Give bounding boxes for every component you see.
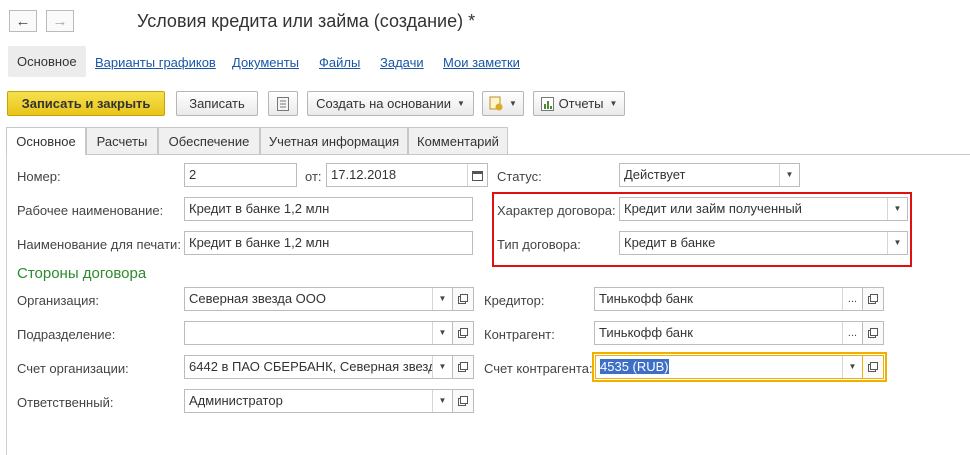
dropdown-icon[interactable]: ▼: [779, 164, 799, 186]
counterparty-label: Контрагент:: [484, 327, 555, 342]
open-icon: [458, 362, 468, 372]
dropdown-icon[interactable]: ▼: [842, 356, 862, 378]
back-arrow-icon: ←: [15, 12, 31, 30]
dropdown-icon[interactable]: ▼: [432, 322, 452, 344]
open-icon: [458, 294, 468, 304]
responsible-label: Ответственный:: [17, 395, 114, 410]
organization-label: Организация:: [17, 293, 100, 308]
report-icon: [540, 96, 554, 111]
back-button[interactable]: ←: [9, 10, 37, 32]
tab-main[interactable]: Основное: [6, 127, 86, 155]
nav-tab-main[interactable]: Основное: [8, 46, 86, 77]
creditor-field[interactable]: Тинькофф банк ...: [594, 287, 863, 311]
creditor-label: Кредитор:: [484, 293, 545, 308]
forward-button[interactable]: →: [46, 10, 74, 32]
calendar-icon: [472, 170, 483, 181]
department-select[interactable]: ▼: [184, 321, 453, 345]
highlight-frame: [492, 192, 912, 267]
nav-tab-schedules[interactable]: Варианты графиков: [95, 55, 216, 70]
organization-select[interactable]: Северная звезда ООО ▼: [184, 287, 453, 311]
open-icon: [868, 294, 878, 304]
nav-tab-notes[interactable]: Мои заметки: [443, 55, 520, 70]
open-icon: [458, 328, 468, 338]
document-add-button[interactable]: ▼: [482, 91, 524, 116]
open-icon: [868, 328, 878, 338]
counterparty-account-open-button[interactable]: [862, 355, 884, 379]
print-name-label: Наименование для печати:: [17, 237, 181, 252]
calendar-button[interactable]: [467, 164, 487, 186]
nav-tab-files[interactable]: Файлы: [319, 55, 360, 70]
counterparty-account-select[interactable]: 4535 (RUB) ▼: [595, 355, 863, 379]
tab-comment[interactable]: Комментарий: [408, 127, 508, 154]
tab-accounting[interactable]: Учетная информация: [260, 127, 408, 154]
reports-button[interactable]: Отчеты ▼: [533, 91, 625, 116]
creditor-open-button[interactable]: [862, 287, 884, 311]
list-icon: [277, 96, 289, 111]
date-field[interactable]: 17.12.2018: [326, 163, 488, 187]
nav-tab-tasks[interactable]: Задачи: [380, 55, 424, 70]
open-icon: [458, 396, 468, 406]
counterparty-open-button[interactable]: [862, 321, 884, 345]
parties-section-title: Стороны договора: [17, 265, 147, 282]
dropdown-icon[interactable]: ▼: [432, 356, 452, 378]
work-name-field[interactable]: Кредит в банке 1,2 млн: [184, 197, 473, 221]
org-account-open-button[interactable]: [452, 355, 474, 379]
open-icon: [868, 362, 878, 372]
chevron-down-icon: ▼: [456, 99, 465, 108]
page-title: Условия кредита или займа (создание) *: [137, 11, 476, 31]
department-open-button[interactable]: [452, 321, 474, 345]
tab-calculations[interactable]: Расчеты: [86, 127, 158, 154]
print-name-field[interactable]: Кредит в банке 1,2 млн: [184, 231, 473, 255]
nav-tab-documents[interactable]: Документы: [232, 55, 299, 70]
status-label: Статус:: [497, 169, 542, 184]
forward-arrow-icon: →: [52, 12, 68, 30]
dropdown-icon[interactable]: ▼: [432, 288, 452, 310]
chevron-down-icon: ▼: [609, 99, 618, 108]
chevron-down-icon: ▼: [509, 99, 517, 108]
responsible-select[interactable]: Администратор ▼: [184, 389, 453, 413]
tab-collateral[interactable]: Обеспечение: [158, 127, 260, 154]
form-border-left: [6, 154, 7, 455]
department-label: Подразделение:: [17, 327, 116, 342]
dropdown-icon[interactable]: ▼: [432, 390, 452, 412]
more-icon[interactable]: ...: [842, 322, 862, 344]
create-based-button[interactable]: Создать на основании ▼: [307, 91, 474, 116]
save-close-button[interactable]: Записать и закрыть: [7, 91, 165, 116]
list-button[interactable]: [268, 91, 298, 116]
work-name-label: Рабочее наименование:: [17, 203, 164, 218]
status-select[interactable]: Действует ▼: [619, 163, 800, 187]
counterparty-account-label: Счет контрагента:: [484, 361, 593, 376]
org-account-label: Счет организации:: [17, 361, 129, 376]
organization-open-button[interactable]: [452, 287, 474, 311]
document-add-icon: [489, 96, 503, 111]
date-label: от:: [305, 169, 322, 184]
number-field[interactable]: 2: [184, 163, 297, 187]
number-label: Номер:: [17, 169, 61, 184]
form-tabs: Основное Расчеты Обеспечение Учетная инф…: [6, 127, 970, 155]
counterparty-field[interactable]: Тинькофф банк ...: [594, 321, 863, 345]
responsible-open-button[interactable]: [452, 389, 474, 413]
more-icon[interactable]: ...: [842, 288, 862, 310]
save-button[interactable]: Записать: [176, 91, 258, 116]
org-account-select[interactable]: 6442 в ПАО СБЕРБАНК, Северная звезд ▼: [184, 355, 453, 379]
